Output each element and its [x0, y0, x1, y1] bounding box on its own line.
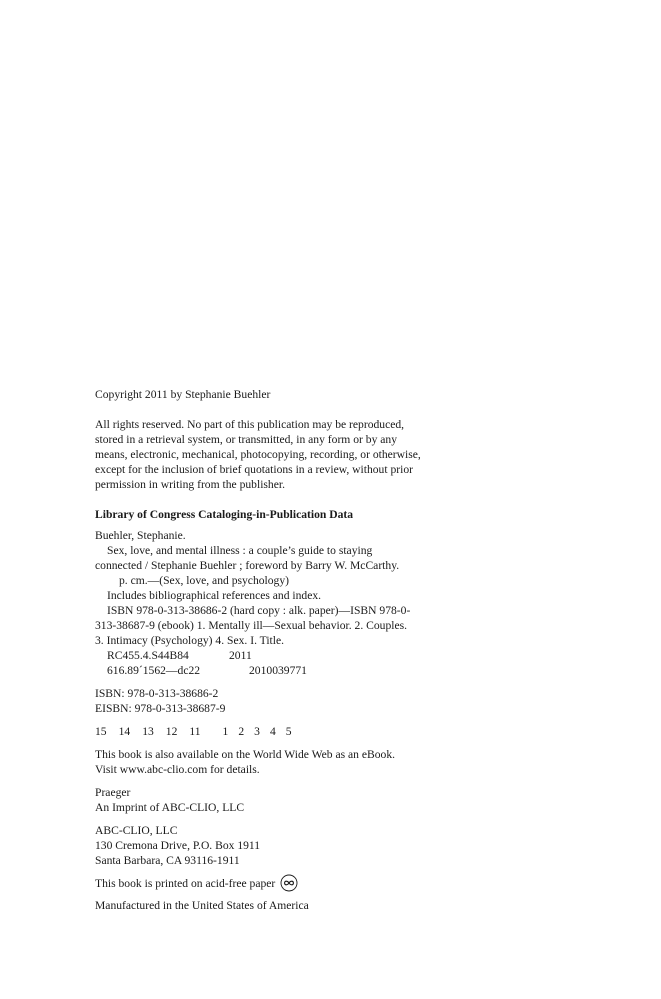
printing-number: 14	[118, 725, 131, 738]
printing-number: 13	[142, 725, 154, 738]
cip-isbn-line: 313-38687-9 (ebook) 1. Mentally ill—Sexu…	[95, 619, 408, 632]
cip-title-line: Sex, love, and mental illness : a couple…	[107, 544, 373, 557]
cip-series: p. cm.—(Sex, love, and psychology)	[119, 574, 290, 587]
cip-author: Buehler, Stephanie.	[95, 529, 186, 542]
printing-number: 3	[254, 725, 260, 738]
ebook-line: This book is also available on the World…	[95, 748, 396, 761]
rights-line: means, electronic, mechanical, photocopy…	[95, 448, 421, 461]
cip-heading: Library of Congress Cataloging-in-Public…	[95, 508, 354, 521]
isbn-block: ISBN: 978-0-313-38686-2 EISBN: 978-0-313…	[95, 686, 435, 716]
copyright-page: Copyright 2011 by Stephanie Buehler All …	[95, 387, 435, 913]
rights-line: stored in a retrieval system, or transmi…	[95, 433, 398, 446]
lc-year: 2011	[229, 649, 252, 662]
lccn-number: 2010039771	[249, 664, 307, 677]
printing-line: 15 14 13 12 11 1 2 3 4 5	[95, 724, 435, 739]
cip-block: Library of Congress Cataloging-in-Public…	[95, 507, 435, 678]
cip-lc-classification: RC455.4.S44B84 2011	[95, 648, 435, 663]
imprint-block: Praeger An Imprint of ABC-CLIO, LLC	[95, 785, 435, 815]
printing-number: 12	[165, 725, 178, 738]
printing-number: 15	[95, 725, 107, 738]
ebook-notice: This book is also available on the World…	[95, 747, 435, 777]
infinity-circle-icon	[280, 874, 298, 892]
ebook-line: Visit www.abc-clio.com for details.	[95, 763, 260, 776]
printing-number: 4	[269, 725, 276, 738]
publisher-address: Santa Barbara, CA 93116-1911	[95, 854, 240, 867]
printing-number: 2	[238, 725, 245, 738]
rights-line: except for the inclusion of brief quotat…	[95, 463, 413, 476]
imprint-name: Praeger	[95, 786, 131, 799]
printing-number: 1	[222, 725, 229, 738]
cip-title-line: connected / Stephanie Buehler ; foreword…	[95, 559, 400, 572]
lc-class-number: RC455.4.S44B84	[107, 649, 189, 662]
dewey-number: 616.89´1562—dc22	[107, 664, 201, 677]
rights-line: permission in writing from the publisher…	[95, 478, 285, 491]
printing-number: 5	[285, 725, 292, 738]
acid-free-text: This book is printed on acid-free paper	[95, 877, 276, 890]
cip-notes: Includes bibliographical references and …	[107, 589, 322, 602]
manufactured-block: Manufactured in the United States of Ame…	[95, 898, 435, 913]
rights-statement: All rights reserved. No part of this pub…	[95, 417, 435, 492]
copyright-notice: Copyright 2011 by Stephanie Buehler	[95, 387, 435, 402]
isbn-ebook: EISBN: 978-0-313-38687-9	[95, 702, 226, 715]
printing-number: 11	[189, 725, 201, 738]
imprint-of: An Imprint of ABC-CLIO, LLC	[95, 801, 245, 814]
acid-free-line: This book is printed on acid-free paper	[95, 874, 435, 892]
cip-dewey-classification: 616.89´1562—dc22 2010039771	[95, 663, 435, 678]
cip-isbn-line: ISBN 978-0-313-38686-2 (hard copy : alk.…	[107, 604, 411, 617]
copyright-line: Copyright 2011 by Stephanie Buehler	[95, 388, 271, 401]
publisher-address: 130 Cremona Drive, P.O. Box 1911	[95, 839, 261, 852]
publisher-block: ABC-CLIO, LLC 130 Cremona Drive, P.O. Bo…	[95, 823, 435, 868]
manufactured-line: Manufactured in the United States of Ame…	[95, 899, 309, 912]
rights-line: All rights reserved. No part of this pub…	[95, 418, 405, 431]
isbn-print: ISBN: 978-0-313-38686-2	[95, 687, 219, 700]
cip-isbn-line: 3. Intimacy (Psychology) 4. Sex. I. Titl…	[95, 634, 285, 647]
publisher-name: ABC-CLIO, LLC	[95, 824, 178, 837]
